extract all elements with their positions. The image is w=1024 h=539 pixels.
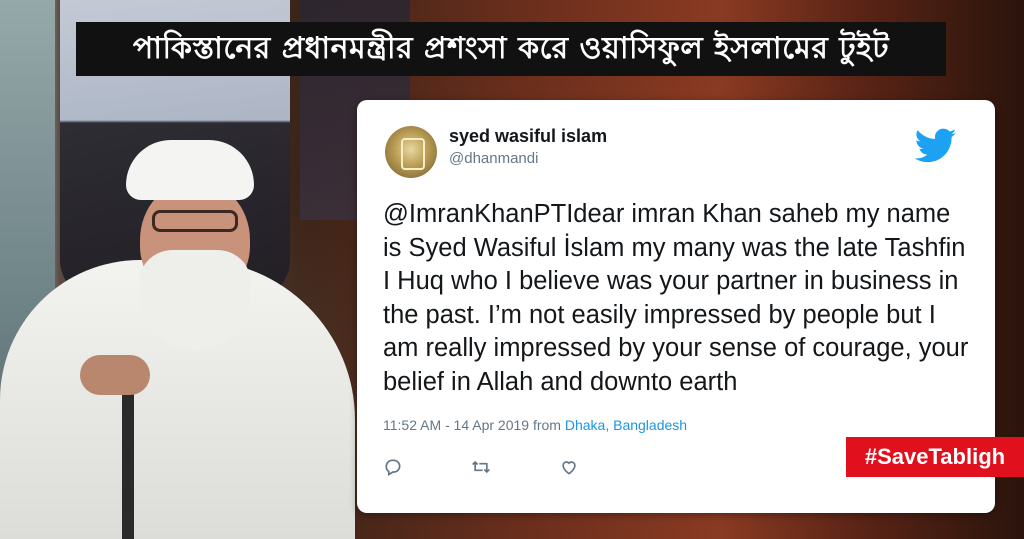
tweet-text: @ImranKhanPTIdear imran Khan saheb my na… (383, 200, 969, 396)
author-handle[interactable]: @dhanmandi (449, 150, 538, 167)
photo-subject (0, 140, 355, 539)
tweet-location-link[interactable]: Dhaka, Bangladesh (565, 417, 687, 433)
subject-glasses (152, 210, 238, 232)
hashtag-text: #SaveTabligh (864, 444, 1006, 469)
headline-banner: পাকিস্তানের প্রধানমন্ত্রীর প্রশংসা করে ও… (76, 22, 946, 76)
subject-hand (80, 355, 150, 395)
twitter-bird-icon[interactable] (915, 128, 957, 164)
tweet-timestamp[interactable]: 11:52 AM - 14 Apr 2019 (383, 417, 529, 433)
tweet-meta: 11:52 AM - 14 Apr 2019 from Dhaka, Bangl… (383, 417, 969, 433)
reply-button[interactable] (383, 455, 471, 479)
hashtag-badge: #SaveTabligh (846, 437, 1024, 477)
retweet-icon (472, 460, 490, 474)
retweet-button[interactable] (471, 455, 559, 479)
like-icon (562, 461, 576, 475)
like-button[interactable] (559, 455, 647, 479)
headline-text: পাকিস্তানের প্রধানমন্ত্রীর প্রশংসা করে ও… (132, 30, 890, 66)
subject-cane (122, 375, 134, 539)
subject-cap (126, 140, 254, 200)
author-name[interactable]: syed wasiful islam (449, 126, 607, 147)
subject-beard (140, 250, 250, 350)
tweet-from-label: from (532, 417, 561, 433)
reply-icon (385, 459, 401, 476)
tweet-header: syed wasiful islam @dhanmandi (383, 122, 969, 178)
avatar-image[interactable] (385, 126, 437, 178)
